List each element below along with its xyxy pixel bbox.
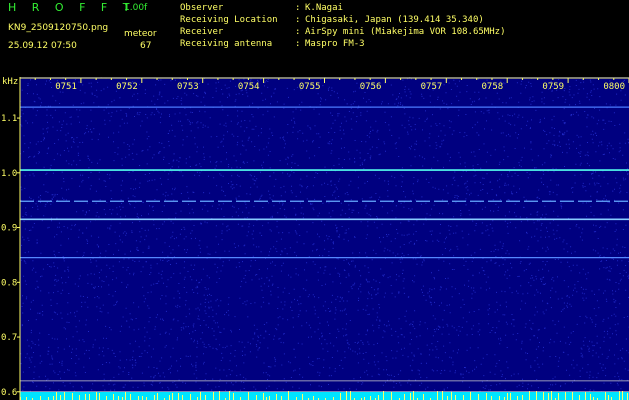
x-tick-label: 0755 [299,82,321,92]
y-tick-label: 0.6 [1,388,17,398]
x-tick-label: 0753 [177,82,199,92]
x-tick-label: 0751 [55,82,77,92]
y-tick-label: 1.1 [1,114,17,124]
meteor-strip-band [20,392,629,400]
y-tick-label: 1.0 [1,169,17,179]
y-axis-label: kHz [2,77,18,87]
x-tick-label: 0757 [421,82,443,92]
spectrogram-background [20,77,629,400]
x-tick-label: 0800 [603,82,625,92]
y-tick-label: 0.9 [1,224,17,234]
x-tick-label: 0758 [482,82,504,92]
x-tick-label: 0759 [542,82,564,92]
x-tick-label: 0754 [238,82,260,92]
y-tick-label: 0.7 [1,333,17,343]
meteor-strip [20,391,629,400]
x-tick-label: 0756 [360,82,382,92]
y-tick-label: 0.8 [1,278,17,288]
y-axis: 1.1 1.0 0.9 0.8 0.7 0.6 [1,77,21,400]
spectrogram-chart: kHz 1.1 1.0 0.9 0.8 0.7 0.6 0751 0752 0753 0754 0… [1,77,629,400]
x-tick-label: 0752 [116,82,138,92]
